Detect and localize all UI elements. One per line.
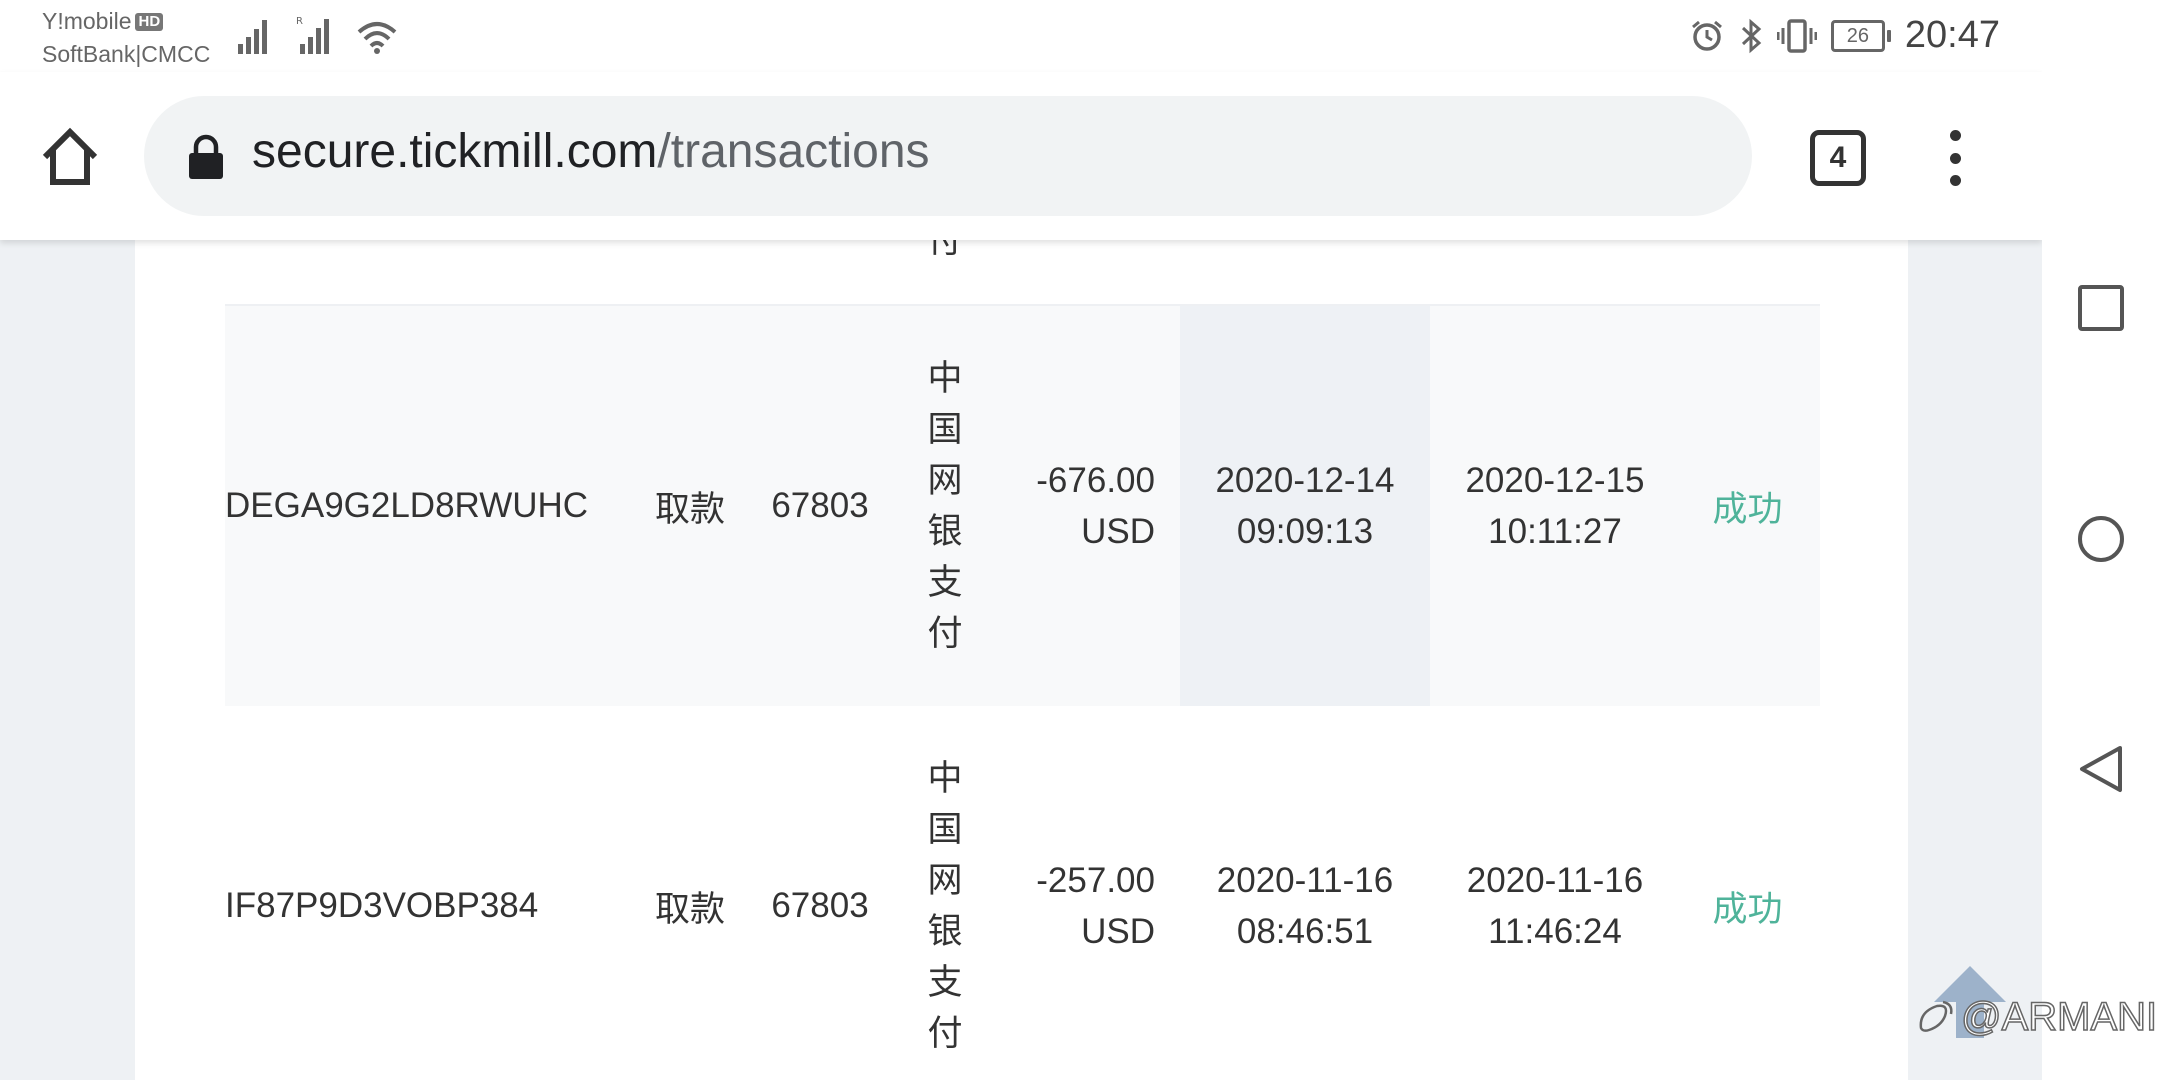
payment-method: 中 国 网 银 支 付 — [927, 359, 963, 653]
recents-square-icon[interactable] — [2076, 283, 2126, 333]
transactions-card: 付 DEGA9G2LD8RWUHC 取款 67803 中 国 网 银 支 付 -… — [135, 240, 1908, 1080]
watermark: @ARMANI — [1915, 994, 2158, 1040]
status-badge: 成功 — [1712, 489, 1783, 529]
transaction-id: IF87P9D3VOBP384 — [225, 886, 539, 925]
bluetooth-icon — [1741, 18, 1762, 53]
url-text[interactable]: secure.tickmill.com/transactions — [252, 124, 930, 179]
processed-datetime: 2020-12-15 10:11:27 — [1465, 461, 1645, 551]
status-badge: 成功 — [1712, 889, 1783, 929]
alarm-icon — [1691, 20, 1722, 51]
amount: -676.00 USD — [1036, 461, 1155, 551]
menu-icon[interactable] — [1940, 130, 1970, 186]
carrier-secondary: SoftBank|CMCC — [42, 41, 211, 67]
carrier-primary: Y!mobile HD — [42, 8, 164, 35]
hd-badge: HD — [135, 12, 164, 31]
browser-toolbar: secure.tickmill.com/transactions 4 — [0, 72, 2042, 240]
url-path: /transactions — [657, 125, 930, 178]
back-triangle-icon[interactable] — [2076, 744, 2126, 794]
right-status: 26 20:47 — [1689, 14, 2000, 57]
payment-method: 中 国 网 银 支 付 — [927, 759, 963, 1053]
home-icon[interactable] — [38, 124, 102, 188]
url-host: secure.tickmill.com — [252, 125, 658, 178]
created-datetime: 2020-11-16 08:46:51 — [1216, 861, 1394, 951]
clock: 20:47 — [1904, 14, 2000, 56]
address-bar[interactable]: secure.tickmill.com/transactions — [144, 96, 1752, 216]
partial-method-char: 付 — [927, 240, 963, 260]
weibo-logo-icon — [1919, 1000, 1953, 1032]
signal-icons: R — [236, 14, 398, 56]
status-bar: Y!mobile HD SoftBank|CMCC R 26 20:47 — [0, 0, 2042, 72]
transaction-id: DEGA9G2LD8RWUHC — [225, 486, 589, 525]
signal-strength-icon — [238, 20, 267, 54]
home-circle-icon[interactable] — [2076, 514, 2126, 564]
processed-datetime: 2020-11-16 11:46:24 — [1466, 861, 1644, 951]
tabs-switcher-button[interactable]: 4 — [1810, 130, 1866, 186]
system-nav-bar — [2042, 0, 2160, 1080]
wifi-icon — [357, 22, 397, 54]
transaction-type: 取款 — [654, 489, 725, 529]
vibrate-icon — [1776, 18, 1817, 53]
signal-roaming-icon: R — [296, 16, 329, 54]
amount: -257.00 USD — [1036, 861, 1155, 951]
table-row: IF87P9D3VOBP384 取款 67803 中 国 网 银 支 付 -25… — [225, 706, 1820, 1080]
account-number: 67803 — [771, 486, 869, 525]
table-row: DEGA9G2LD8RWUHC 取款 67803 中 国 网 银 支 付 -67… — [225, 304, 1820, 708]
transaction-type: 取款 — [654, 889, 725, 929]
svg-text:R: R — [296, 16, 303, 27]
lock-icon — [189, 134, 223, 179]
created-datetime: 2020-12-14 09:09:13 — [1180, 306, 1430, 706]
account-number: 67803 — [771, 886, 869, 925]
battery-indicator: 26 — [1830, 19, 1891, 52]
